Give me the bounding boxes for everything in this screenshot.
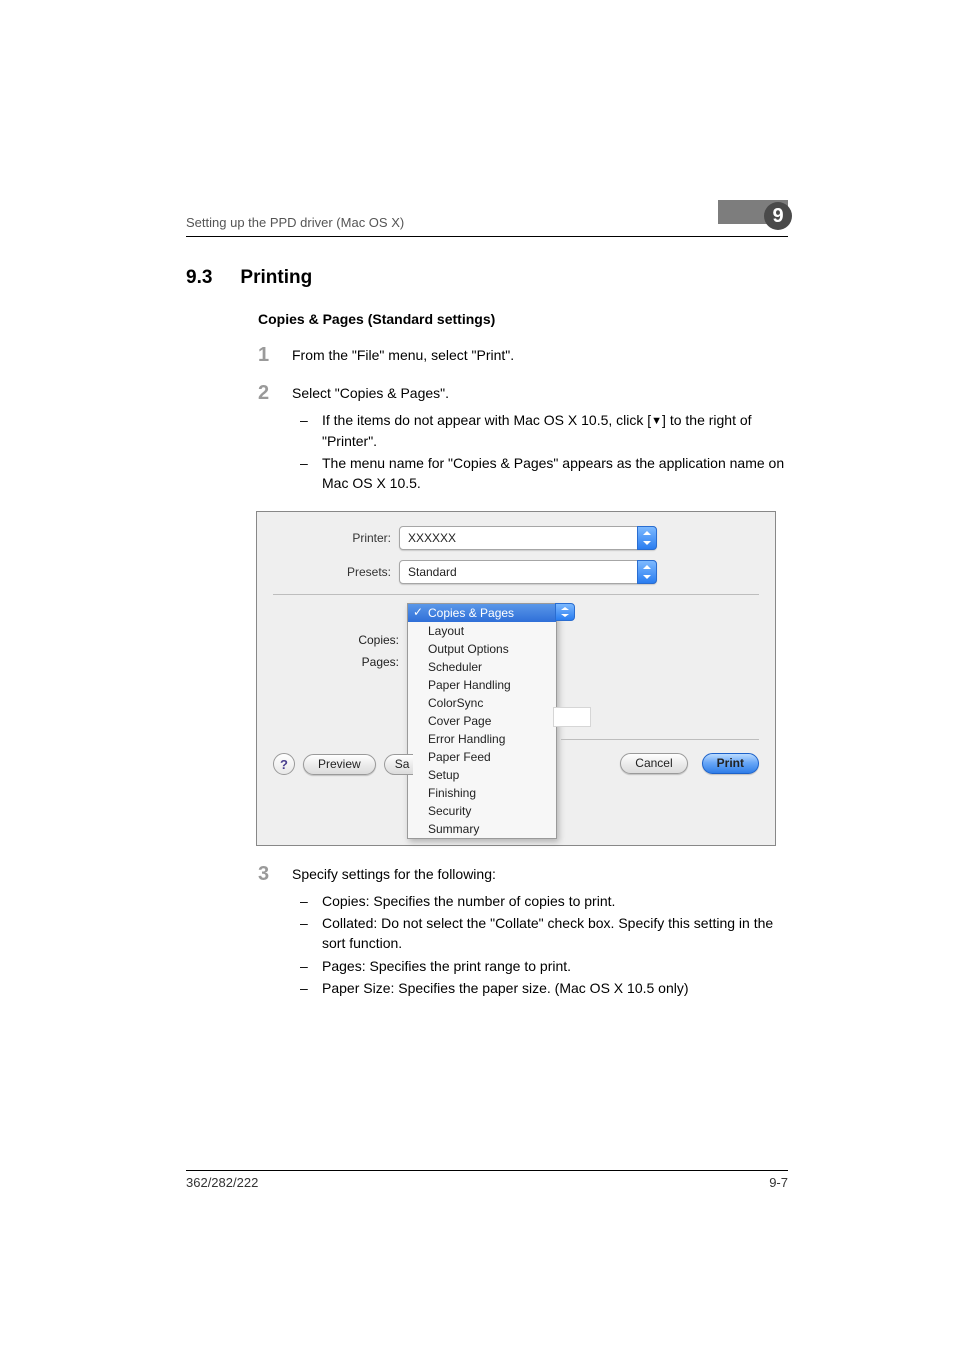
running-header: Setting up the PPD driver (Mac OS X) 9 bbox=[186, 200, 788, 230]
step-2-sublist: If the items do not appear with Mac OS X… bbox=[292, 410, 788, 494]
running-header-text: Setting up the PPD driver (Mac OS X) bbox=[186, 215, 404, 230]
step-1: 1 From the "File" menu, select "Print". bbox=[258, 345, 788, 365]
menu-item-scheduler[interactable]: Scheduler bbox=[408, 658, 556, 676]
ghost-field bbox=[553, 707, 591, 727]
page: Setting up the PPD driver (Mac OS X) 9 9… bbox=[0, 0, 954, 1350]
step-3-number: 3 bbox=[258, 860, 269, 889]
printer-value: XXXXXX bbox=[408, 531, 456, 545]
print-dialog: Printer: XXXXXX Presets: Standard Copies… bbox=[256, 511, 776, 846]
chapter-badge: 9 bbox=[718, 200, 788, 230]
menu-item-layout[interactable]: Layout bbox=[408, 622, 556, 640]
content-area: Setting up the PPD driver (Mac OS X) 9 9… bbox=[186, 200, 788, 1016]
step-3-text: Specify settings for the following: bbox=[292, 866, 496, 882]
menu-item-cover-page[interactable]: Cover Page bbox=[408, 712, 556, 730]
preview-button[interactable]: Preview bbox=[303, 754, 376, 775]
presets-select[interactable]: Standard bbox=[399, 560, 657, 584]
step-3-sub-3: Pages: Specifies the print range to prin… bbox=[292, 956, 788, 976]
subsection-heading: Copies & Pages (Standard settings) bbox=[258, 311, 788, 327]
printer-label: Printer: bbox=[273, 531, 399, 545]
step-3-sub-4: Paper Size: Specifies the paper size. (M… bbox=[292, 978, 788, 998]
presets-value: Standard bbox=[408, 565, 457, 579]
menu-item-copies-and-pages[interactable]: Copies & Pages bbox=[408, 604, 556, 622]
stepper-icon bbox=[637, 526, 657, 550]
menu-item-error-handling[interactable]: Error Handling bbox=[408, 730, 556, 748]
page-footer: 362/282/222 9-7 bbox=[186, 1170, 788, 1190]
save-as-pdf-button-fragment[interactable]: Sa bbox=[384, 754, 413, 775]
menu-item-output-options[interactable]: Output Options bbox=[408, 640, 556, 658]
pages-label: Pages: bbox=[273, 653, 399, 671]
step-2: 2 Select "Copies & Pages". If the items … bbox=[258, 383, 788, 493]
menu-item-security[interactable]: Security bbox=[408, 802, 556, 820]
help-button[interactable]: ? bbox=[273, 753, 295, 775]
section-title: Printing bbox=[240, 267, 312, 289]
down-triangle-icon: ▼ bbox=[651, 414, 662, 430]
step-2-sub-2: The menu name for "Copies & Pages" appea… bbox=[292, 453, 788, 494]
footer-right: 9-7 bbox=[769, 1175, 788, 1190]
cancel-button[interactable]: Cancel bbox=[620, 753, 687, 774]
presets-row: Presets: Standard bbox=[273, 560, 759, 584]
menu-item-setup[interactable]: Setup bbox=[408, 766, 556, 784]
step-2-text: Select "Copies & Pages". bbox=[292, 385, 449, 401]
menu-item-finishing[interactable]: Finishing bbox=[408, 784, 556, 802]
step-3-sublist: Copies: Specifies the number of copies t… bbox=[292, 891, 788, 998]
header-rule bbox=[186, 236, 788, 237]
step-2-number: 2 bbox=[258, 379, 269, 408]
panel-divider-lower bbox=[561, 739, 759, 740]
chapter-number: 9 bbox=[764, 202, 792, 230]
section-heading: 9.3 Printing bbox=[186, 267, 788, 289]
pane-select-menu[interactable]: Copies & Pages Layout Output Options Sch… bbox=[407, 603, 557, 839]
menu-item-summary[interactable]: Summary bbox=[408, 820, 556, 838]
pane-select-cap bbox=[555, 603, 575, 621]
stepper-icon bbox=[637, 560, 657, 584]
dialog-bottom-right: Cancel Print bbox=[620, 753, 759, 774]
copies-label: Copies: bbox=[273, 631, 399, 649]
presets-label: Presets: bbox=[273, 565, 399, 579]
step-2-sub-1a: If the items do not appear with Mac OS X… bbox=[322, 412, 651, 428]
step-2-sub-1: If the items do not appear with Mac OS X… bbox=[292, 410, 788, 451]
printer-select[interactable]: XXXXXX bbox=[399, 526, 657, 550]
panel-labels: Copies: Pages: bbox=[273, 631, 399, 671]
footer-left: 362/282/222 bbox=[186, 1175, 258, 1190]
section-number: 9.3 bbox=[186, 267, 212, 289]
menu-item-paper-handling[interactable]: Paper Handling bbox=[408, 676, 556, 694]
steps-list-continued: 3 Specify settings for the following: Co… bbox=[258, 864, 788, 998]
step-3: 3 Specify settings for the following: Co… bbox=[258, 864, 788, 998]
step-3-sub-2: Collated: Do not select the "Collate" ch… bbox=[292, 913, 788, 954]
print-button[interactable]: Print bbox=[702, 753, 759, 774]
menu-item-paper-feed[interactable]: Paper Feed bbox=[408, 748, 556, 766]
printer-row: Printer: XXXXXX bbox=[273, 526, 759, 550]
step-1-number: 1 bbox=[258, 341, 269, 370]
menu-item-colorsync[interactable]: ColorSync bbox=[408, 694, 556, 712]
step-1-text: From the "File" menu, select "Print". bbox=[292, 347, 514, 363]
dialog-bottom-left: ? Preview Sa bbox=[273, 753, 413, 775]
steps-list: 1 From the "File" menu, select "Print". … bbox=[258, 345, 788, 493]
stepper-icon bbox=[555, 603, 575, 621]
panel-divider bbox=[273, 594, 759, 595]
step-3-sub-1: Copies: Specifies the number of copies t… bbox=[292, 891, 788, 911]
panel-body: Copies: Pages: Copies & Pages Layout Out… bbox=[273, 603, 759, 833]
